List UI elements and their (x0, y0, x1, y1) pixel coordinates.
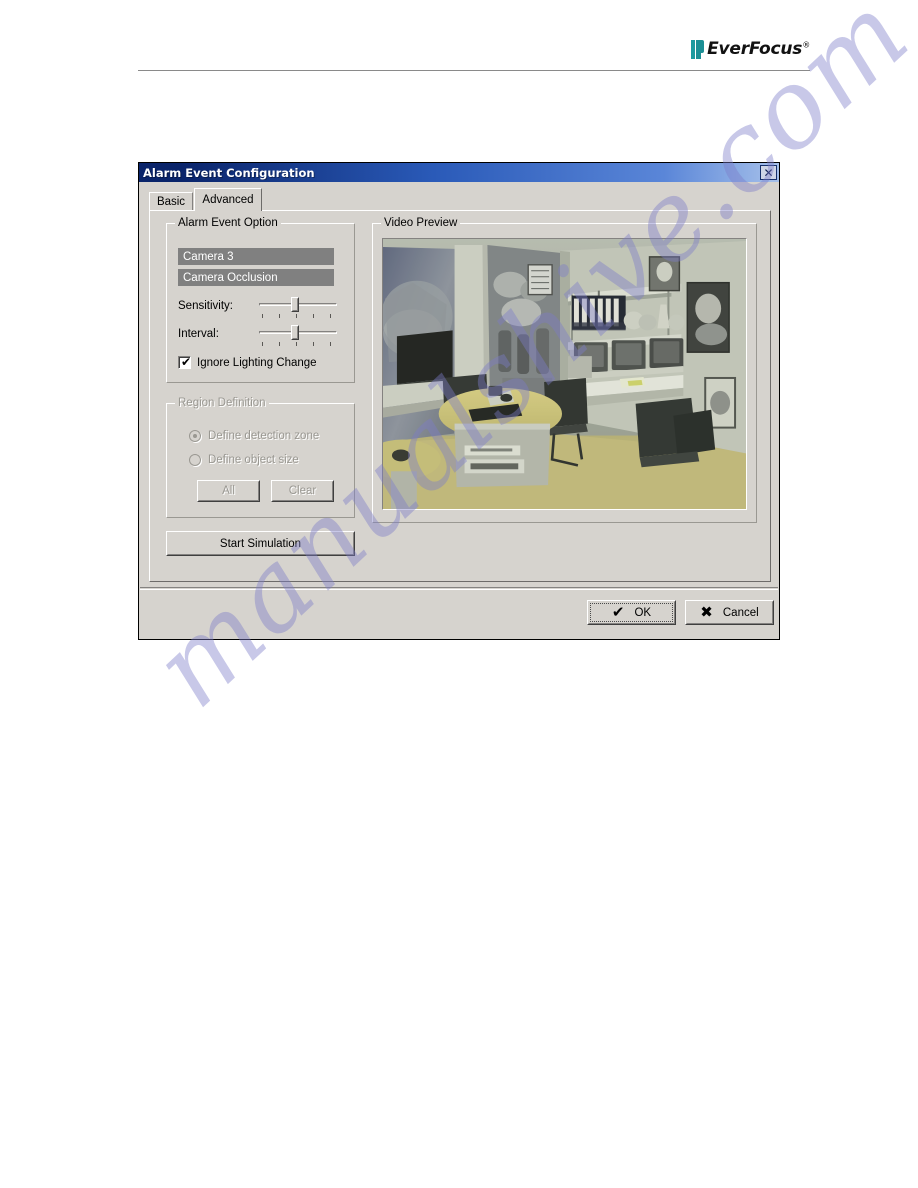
tab-basic[interactable]: Basic (149, 192, 193, 211)
tab-advanced[interactable]: Advanced (194, 188, 262, 211)
brand-name-text: EverFocus (707, 39, 803, 59)
video-preview-legend: Video Preview (381, 217, 461, 229)
dialog-body: Basic Advanced Alarm Event Option Camera… (139, 182, 779, 639)
everfocus-logo: EverFocus® (691, 40, 810, 59)
focus-ring (590, 603, 673, 622)
cancel-button-label: Cancel (722, 606, 759, 619)
tabstrip: Basic Advanced (149, 188, 771, 211)
interval-slider-thumb[interactable] (291, 325, 299, 340)
radio-define-detection-zone: Define detection zone (189, 430, 319, 442)
radio-button-icon (189, 454, 201, 466)
start-simulation-button[interactable]: Start Simulation (166, 531, 355, 556)
brand-name: EverFocus® (707, 41, 810, 58)
dialog-footer: ✔ OK ✖ Cancel (140, 587, 778, 637)
interval-slider[interactable] (259, 324, 337, 350)
registered-trademark-icon: ® (802, 40, 810, 50)
interval-slider-ticks (259, 342, 337, 347)
alarm-event-option-legend: Alarm Event Option (175, 217, 281, 229)
close-icon[interactable]: ✕ (760, 165, 777, 180)
radio-button-icon (189, 430, 201, 442)
everfocus-logo-icon (691, 40, 705, 59)
alarm-event-configuration-dialog: Alarm Event Configuration ✕ Basic Advanc… (138, 162, 780, 640)
sensitivity-slider[interactable] (259, 296, 337, 322)
dialog-title-bar[interactable]: Alarm Event Configuration ✕ (139, 163, 779, 182)
interval-label: Interval: (178, 328, 219, 340)
cancel-button[interactable]: ✖ Cancel (685, 600, 774, 625)
ok-button-label: OK (634, 606, 652, 619)
ignore-lighting-change-label: Ignore Lighting Change (197, 356, 317, 369)
ok-button[interactable]: ✔ OK (587, 600, 676, 625)
sensitivity-slider-thumb[interactable] (291, 297, 299, 312)
sensitivity-slider-ticks (259, 314, 337, 319)
video-preview-frame[interactable] (382, 238, 747, 510)
tab-page-advanced: Alarm Event Option Camera 3 Camera Occlu… (149, 210, 771, 582)
video-preview-group: Video Preview (372, 217, 757, 523)
ignore-lighting-change-checkbox[interactable]: ✔ Ignore Lighting Change (178, 356, 317, 369)
start-simulation-label: Start Simulation (219, 537, 302, 550)
interval-row: Interval: (178, 324, 346, 350)
region-definition-legend: Region Definition (175, 397, 269, 409)
radio-define-object-size-label: Define object size (208, 454, 299, 466)
radio-define-detection-zone-label: Define detection zone (208, 430, 320, 442)
header-divider (138, 70, 810, 71)
check-icon: ✔ (181, 355, 192, 369)
clear-button: Clear (271, 480, 334, 502)
alarm-event-option-group: Alarm Event Option Camera 3 Camera Occlu… (166, 217, 355, 383)
all-button-label: All (222, 485, 235, 497)
list-item-camera[interactable]: Camera 3 (178, 248, 334, 265)
all-button: All (197, 480, 260, 502)
list-item-event-type[interactable]: Camera Occlusion (178, 269, 334, 286)
sensitivity-label: Sensitivity: (178, 300, 233, 312)
dialog-title: Alarm Event Configuration (143, 165, 315, 180)
video-preview-image (383, 239, 746, 509)
sensitivity-row: Sensitivity: (178, 296, 346, 322)
checkbox-box[interactable]: ✔ (178, 356, 191, 369)
clear-button-label: Clear (288, 485, 317, 497)
radio-define-object-size: Define object size (189, 454, 299, 466)
region-definition-group: Region Definition Define detection zone … (166, 397, 355, 518)
check-icon: ✔ (611, 603, 625, 621)
close-x-icon: ✖ (700, 603, 713, 621)
page-header: EverFocus® (0, 0, 918, 80)
